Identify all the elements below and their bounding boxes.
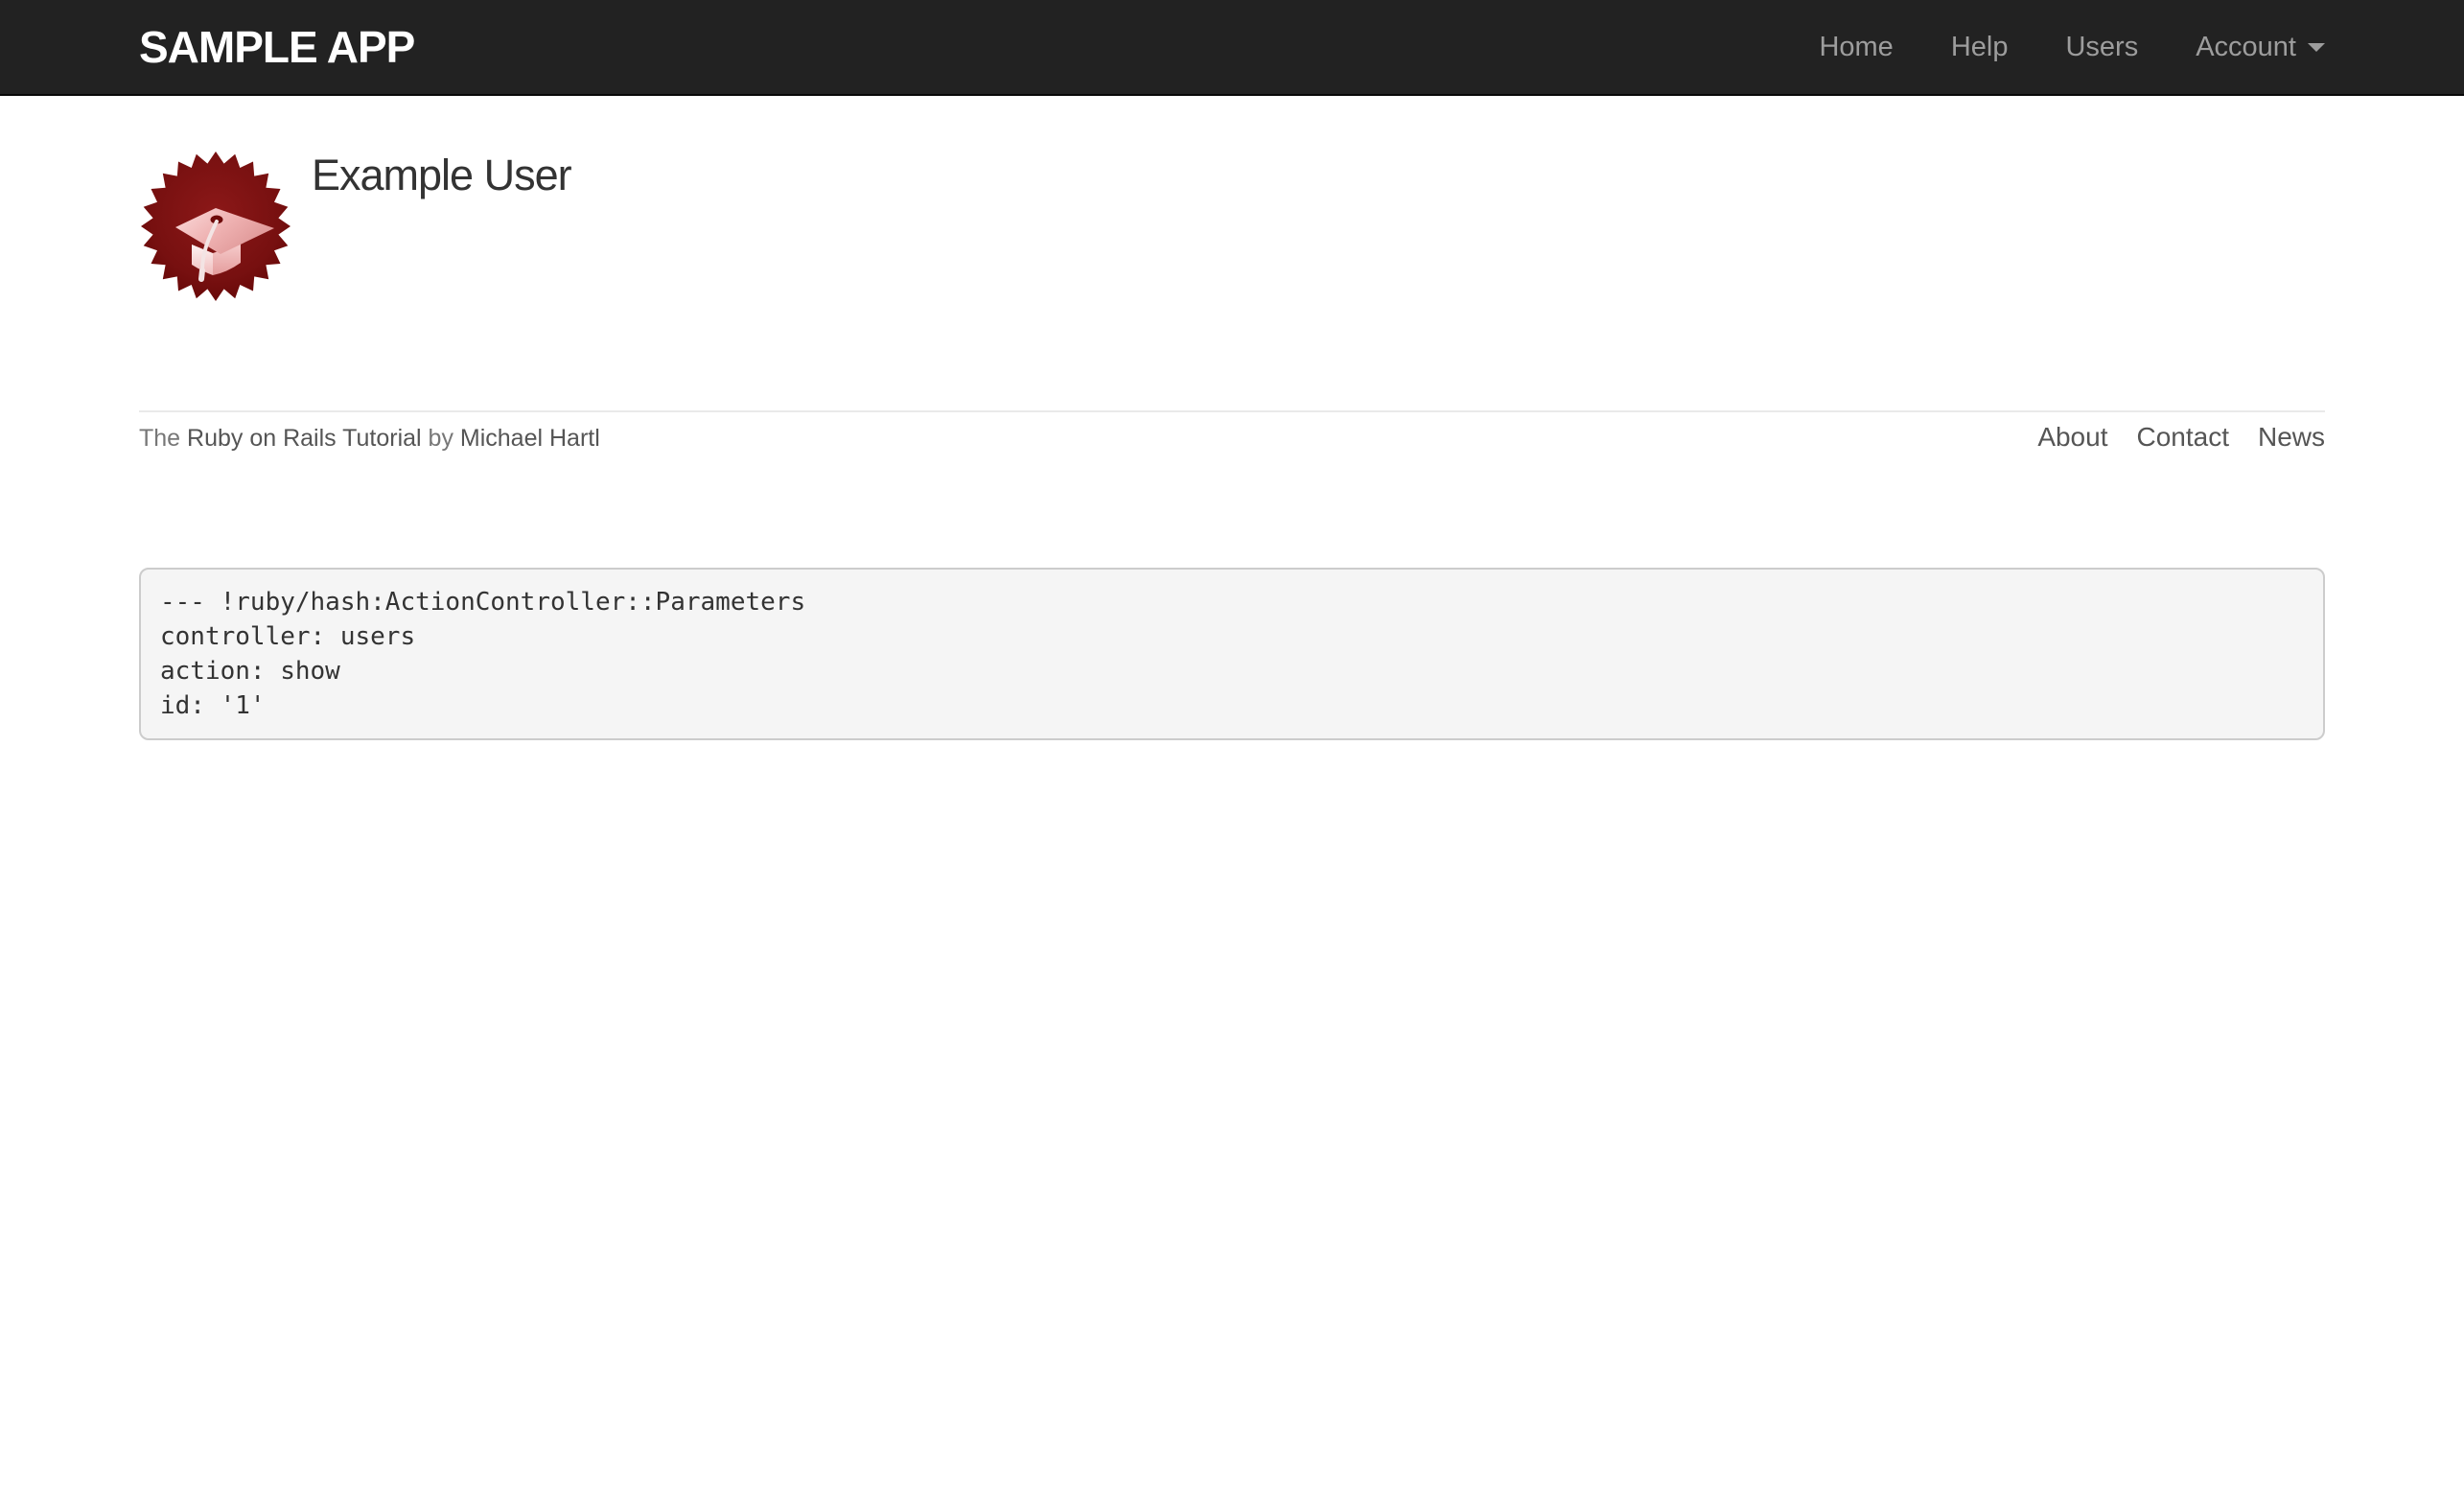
footer: The Ruby on Rails Tutorial by Michael Ha… xyxy=(139,410,2325,453)
footer-nav: About Contact News xyxy=(2009,422,2325,453)
footer-link-rails-tutorial[interactable]: Ruby on Rails Tutorial xyxy=(187,425,422,452)
nav-link-home[interactable]: Home xyxy=(1790,0,1921,94)
nav-link-account-label: Account xyxy=(2196,31,2296,62)
footer-link-michael-hartl[interactable]: Michael Hartl xyxy=(460,425,600,452)
nav-link-help[interactable]: Help xyxy=(1922,0,2037,94)
nav-link-users[interactable]: Users xyxy=(2036,0,2167,94)
main-content: Example User The Ruby on Rails Tutorial … xyxy=(139,150,2325,740)
attribution-prefix: The xyxy=(139,425,188,452)
navbar-links: Home Help Users Account xyxy=(1790,0,2325,94)
caret-down-icon xyxy=(2308,42,2325,52)
nav-dropdown-account[interactable]: Account xyxy=(2167,0,2325,94)
footer-link-contact[interactable]: Contact xyxy=(2136,422,2229,452)
footer-link-news[interactable]: News xyxy=(2258,422,2325,452)
page-title-user-name: Example User xyxy=(312,151,572,199)
navbar: SAMPLE APP Home Help Users Account xyxy=(0,0,2464,96)
attribution-middle: by xyxy=(421,425,460,452)
user-avatar xyxy=(141,152,291,301)
user-info-section: Example User xyxy=(139,150,2325,303)
debug-params-dump: --- !ruby/hash:ActionController::Paramet… xyxy=(139,568,2325,740)
footer-attribution: The Ruby on Rails Tutorial by Michael Ha… xyxy=(139,425,600,453)
footer-link-about[interactable]: About xyxy=(2037,422,2107,452)
brand-logo[interactable]: SAMPLE APP xyxy=(139,21,415,73)
